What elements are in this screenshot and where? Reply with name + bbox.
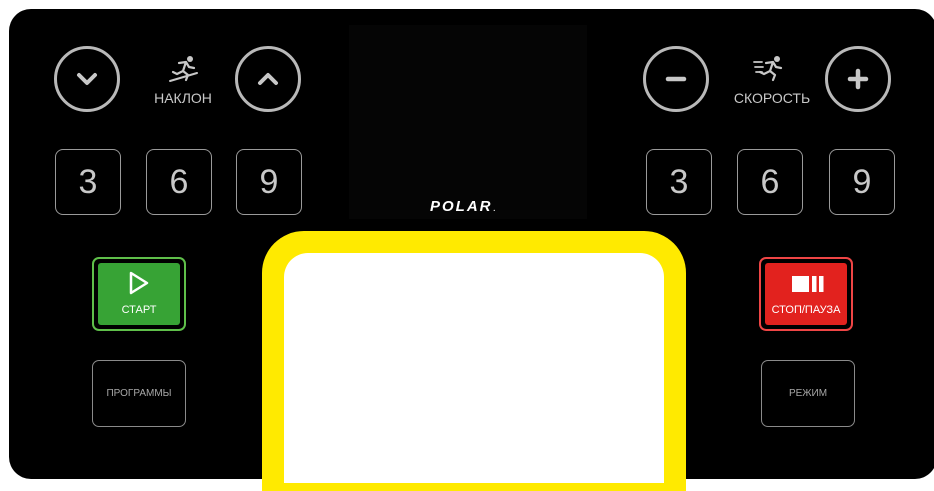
polar-logo-text: POLAR: [430, 198, 493, 215]
display-screen: [349, 25, 587, 219]
start-button[interactable]: СТАРТ: [92, 257, 186, 331]
incline-preset-3[interactable]: 3: [55, 149, 121, 215]
polar-logo-mark: .: [493, 206, 496, 213]
stop-pause-icon: [792, 276, 824, 292]
start-button-face: СТАРТ: [98, 263, 180, 325]
speed-plus-button[interactable]: [825, 46, 891, 112]
incline-label: НАКЛОН: [154, 90, 212, 106]
stop-pause-label: СТОП/ПАУЗА: [771, 304, 841, 316]
window-cutout: [284, 253, 664, 483]
plus-icon: [847, 68, 869, 90]
incline-preset-9[interactable]: 9: [236, 149, 302, 215]
incline-up-button[interactable]: [235, 46, 301, 112]
incline-down-button[interactable]: [54, 46, 120, 112]
speed-preset-9[interactable]: 9: [829, 149, 895, 215]
speed-minus-button[interactable]: [643, 46, 709, 112]
speed-preset-6[interactable]: 6: [737, 149, 803, 215]
play-icon: [129, 271, 149, 295]
minus-icon: [665, 76, 687, 82]
chevron-up-icon: [258, 73, 278, 85]
programs-button[interactable]: ПРОГРАММЫ: [92, 360, 186, 427]
chevron-down-icon: [77, 73, 97, 85]
start-label: СТАРТ: [121, 304, 157, 316]
incline-runner-icon: [169, 56, 198, 82]
stop-pause-button[interactable]: СТОП/ПАУЗА: [759, 257, 853, 331]
polar-logo: POLAR.: [430, 198, 495, 215]
mode-button[interactable]: РЕЖИМ: [761, 360, 855, 427]
speed-label: СКОРОСТЬ: [733, 90, 811, 106]
stop-pause-button-face: СТОП/ПАУЗА: [765, 263, 847, 325]
incline-preset-6[interactable]: 6: [146, 149, 212, 215]
speed-runner-icon: [753, 56, 783, 82]
speed-preset-3[interactable]: 3: [646, 149, 712, 215]
